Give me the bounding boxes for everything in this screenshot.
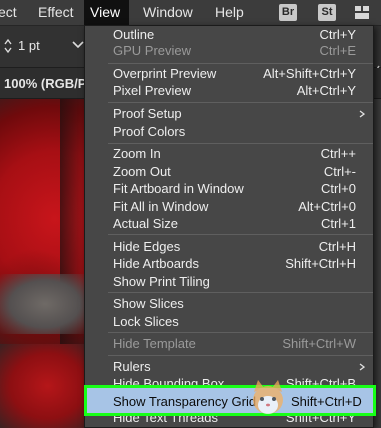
- menu-item-lock-slices[interactable]: Lock Slices: [85, 313, 373, 331]
- menu-item-zoom-out[interactable]: Zoom Out Ctrl+-: [85, 163, 373, 181]
- menu-item-shortcut: Ctrl++: [320, 146, 356, 161]
- menu-item-fit-all[interactable]: Fit All in Window Alt+Ctrl+0: [85, 198, 373, 216]
- menu-item-hide-artboards[interactable]: Hide Artboards Shift+Ctrl+H: [85, 255, 373, 273]
- menu-separator: [108, 234, 373, 235]
- menu-view[interactable]: View: [84, 0, 129, 25]
- menu-item-shortcut: Ctrl+H: [318, 239, 356, 254]
- menu-item-label: Show Slices: [113, 296, 184, 311]
- chevron-down-icon[interactable]: [72, 41, 84, 49]
- submenu-arrow-icon: [359, 363, 365, 371]
- document-tab-title: 100% (RGB/Pr: [4, 76, 92, 91]
- submenu-arrow-icon: [359, 110, 365, 118]
- menu-separator: [108, 102, 373, 103]
- menu-item-label: Actual Size: [113, 216, 179, 231]
- view-menu-dropdown: Outline Ctrl+Y GPU Preview Ctrl+E Overpr…: [84, 25, 374, 428]
- menu-item-overprint-preview[interactable]: Overprint Preview Alt+Shift+Ctrl+Y: [85, 65, 373, 83]
- menu-separator: [108, 292, 373, 293]
- canvas-gray-area: [0, 274, 90, 334]
- menu-item-hide-template: Hide Template Shift+Ctrl+W: [85, 335, 373, 353]
- menu-separator: [108, 143, 373, 144]
- menu-item-label: Proof Colors: [113, 124, 186, 139]
- menu-item-label: Lock Slices: [113, 314, 179, 329]
- menu-item-label: Hide Artboards: [113, 256, 199, 271]
- menu-item-proof-colors[interactable]: Proof Colors: [85, 123, 373, 141]
- menu-item-proof-setup[interactable]: Proof Setup: [85, 105, 373, 123]
- menu-item-label: Fit All in Window: [113, 199, 209, 214]
- bridge-badge[interactable]: Br: [279, 4, 297, 21]
- menu-separator: [108, 355, 373, 356]
- menu-item-label: Show Print Tiling: [113, 274, 210, 289]
- stock-badge[interactable]: St: [318, 4, 336, 21]
- menu-separator: [108, 63, 373, 64]
- stroke-weight-value[interactable]: 1 pt: [18, 38, 40, 53]
- menu-item-shortcut: Alt+Ctrl+Y: [296, 83, 356, 98]
- menu-window[interactable]: Window: [137, 0, 199, 25]
- menu-help[interactable]: Help: [209, 0, 250, 25]
- menu-item-shortcut: Alt+Ctrl+0: [298, 199, 356, 214]
- menu-item-fit-artboard[interactable]: Fit Artboard in Window Ctrl+0: [85, 180, 373, 198]
- menu-item-show-print-tiling[interactable]: Show Print Tiling: [85, 273, 373, 291]
- menu-item-zoom-in[interactable]: Zoom In Ctrl++: [85, 145, 373, 163]
- menu-item-label: GPU Preview: [113, 43, 192, 58]
- menu-item-label: Pixel Preview: [113, 83, 192, 98]
- menu-item-label: Zoom Out: [113, 164, 171, 179]
- menu-item-label: Fit Artboard in Window: [113, 181, 244, 196]
- menu-item-rulers[interactable]: Rulers: [85, 358, 373, 376]
- workspace-switcher-icon[interactable]: [354, 5, 370, 20]
- menubar: ect Effect View Window Help Br St: [0, 0, 381, 26]
- stepper-arrows-icon[interactable]: [3, 37, 13, 55]
- menu-item-shortcut: Shift+Ctrl+W: [282, 336, 356, 351]
- menu-item-shortcut: Ctrl+E: [319, 43, 356, 58]
- menu-item-label: Overprint Preview: [113, 66, 217, 81]
- menu-item-label: Hide Edges: [113, 239, 181, 254]
- menu-item-shortcut: Ctrl+1: [320, 216, 356, 231]
- menu-item-shortcut: Ctrl+0: [320, 181, 356, 196]
- menu-item-pixel-preview[interactable]: Pixel Preview Alt+Ctrl+Y: [85, 82, 373, 100]
- menu-select[interactable]: ect: [0, 0, 23, 25]
- menu-effect[interactable]: Effect: [32, 0, 80, 25]
- menu-item-gpu-preview: GPU Preview Ctrl+E: [85, 42, 373, 60]
- menu-item-label: Rulers: [113, 359, 151, 374]
- menu-item-label: Zoom In: [113, 146, 161, 161]
- canvas-red-shape: [0, 344, 95, 428]
- menu-item-shortcut: Shift+Ctrl+H: [285, 256, 356, 271]
- menu-item-label: Proof Setup: [113, 106, 182, 121]
- cat-watermark-icon: [253, 380, 283, 414]
- menu-item-show-slices[interactable]: Show Slices: [85, 295, 373, 313]
- menu-item-shortcut: Alt+Shift+Ctrl+Y: [263, 66, 356, 81]
- menu-item-actual-size[interactable]: Actual Size Ctrl+1: [85, 215, 373, 233]
- menu-item-hide-edges[interactable]: Hide Edges Ctrl+H: [85, 238, 373, 256]
- menu-separator: [108, 332, 373, 333]
- menu-item-label: Hide Template: [113, 336, 196, 351]
- menu-item-shortcut: Ctrl+-: [323, 164, 356, 179]
- green-highlight-box: [84, 385, 376, 416]
